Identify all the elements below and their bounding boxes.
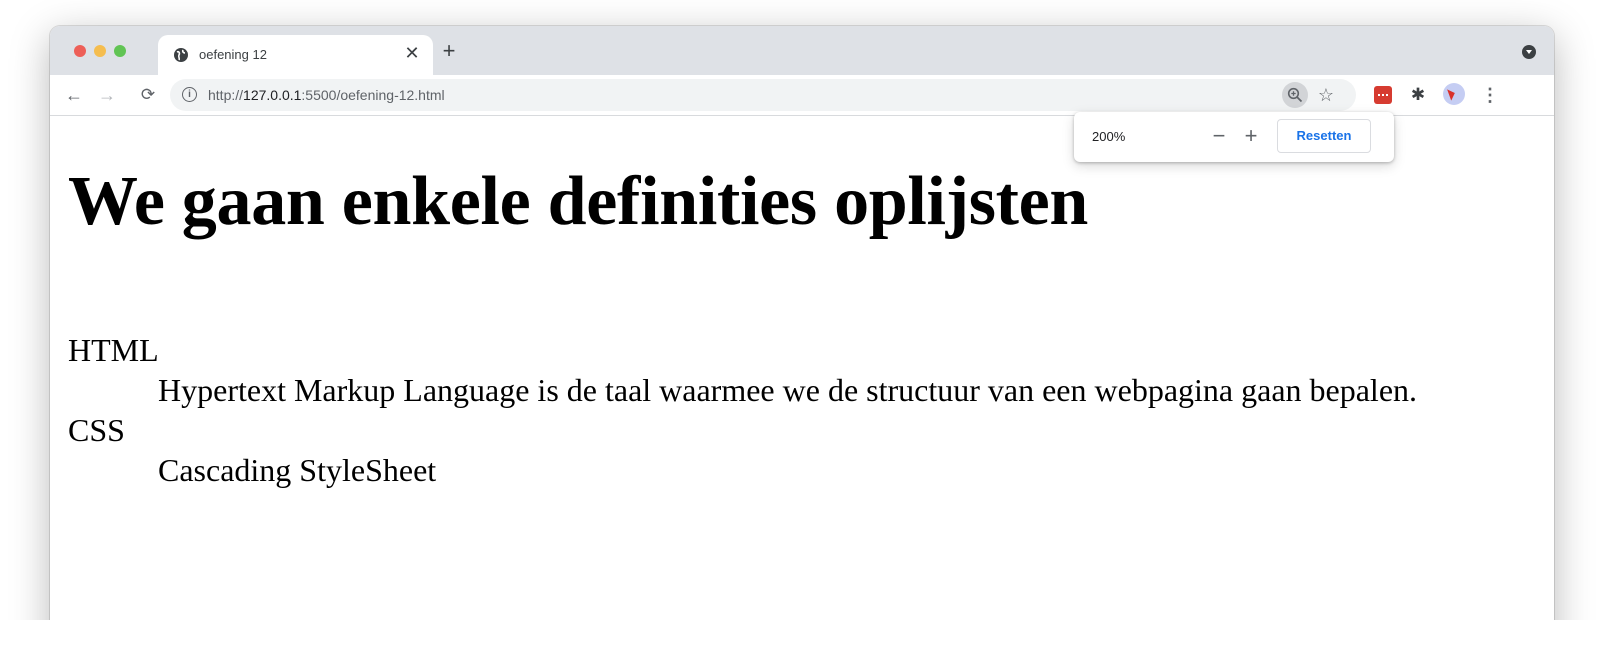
profile-avatar[interactable]	[1443, 83, 1465, 105]
toolbar: ← → ⟳ i http://127.0.0.1:5500/oefening-1…	[50, 75, 1554, 116]
extensions-puzzle-icon[interactable]: ✱	[1406, 83, 1430, 107]
browser-tab[interactable]: oefening 12 ✕	[158, 35, 433, 75]
definition-description: Cascading StyleSheet	[158, 452, 437, 488]
page-title: We gaan enkele definities oplijsten	[68, 163, 1089, 240]
zoom-popup: 200% − + Resetten	[1074, 112, 1394, 162]
url-scheme: http://	[208, 87, 244, 103]
definition-list: HTML Hypertext Markup Language is de taa…	[68, 330, 1538, 490]
reset-zoom-button[interactable]: Resetten	[1277, 119, 1371, 153]
url-text[interactable]: http://127.0.0.1:5500/oefening-12.html	[208, 87, 445, 103]
definition-term: HTML	[68, 332, 159, 368]
address-bar[interactable]: i http://127.0.0.1:5500/oefening-12.html…	[170, 79, 1356, 111]
tab-bar: oefening 12 ✕ +	[50, 26, 1554, 75]
zoom-level: 200%	[1092, 129, 1126, 144]
zoom-icon[interactable]	[1282, 82, 1308, 108]
password-manager-extension-icon[interactable]	[1374, 86, 1392, 104]
reload-button[interactable]: ⟳	[136, 83, 160, 107]
close-window-button[interactable]	[74, 45, 86, 57]
site-info-icon[interactable]: i	[182, 87, 197, 102]
new-tab-button[interactable]: +	[439, 40, 459, 62]
tab-title: oefening 12	[199, 47, 267, 62]
url-host: 127.0.0.1	[243, 87, 302, 103]
maximize-window-button[interactable]	[114, 45, 126, 57]
more-menu-icon[interactable]: ⋮	[1478, 83, 1502, 107]
bookmark-star-icon[interactable]: ☆	[1314, 83, 1338, 107]
back-button[interactable]: ←	[62, 83, 86, 107]
zoom-out-button[interactable]: −	[1208, 123, 1230, 149]
page-bottom-background	[0, 620, 1612, 666]
minimize-window-button[interactable]	[94, 45, 106, 57]
tab-search-icon[interactable]	[1522, 45, 1536, 59]
zoom-in-button[interactable]: +	[1240, 123, 1262, 149]
forward-button[interactable]: →	[95, 83, 119, 107]
definition-term: CSS	[68, 412, 125, 448]
close-tab-icon[interactable]: ✕	[402, 43, 422, 63]
definition-description: Hypertext Markup Language is de taal waa…	[158, 372, 1418, 408]
globe-icon	[174, 48, 188, 62]
url-path: :5500/oefening-12.html	[301, 87, 445, 103]
